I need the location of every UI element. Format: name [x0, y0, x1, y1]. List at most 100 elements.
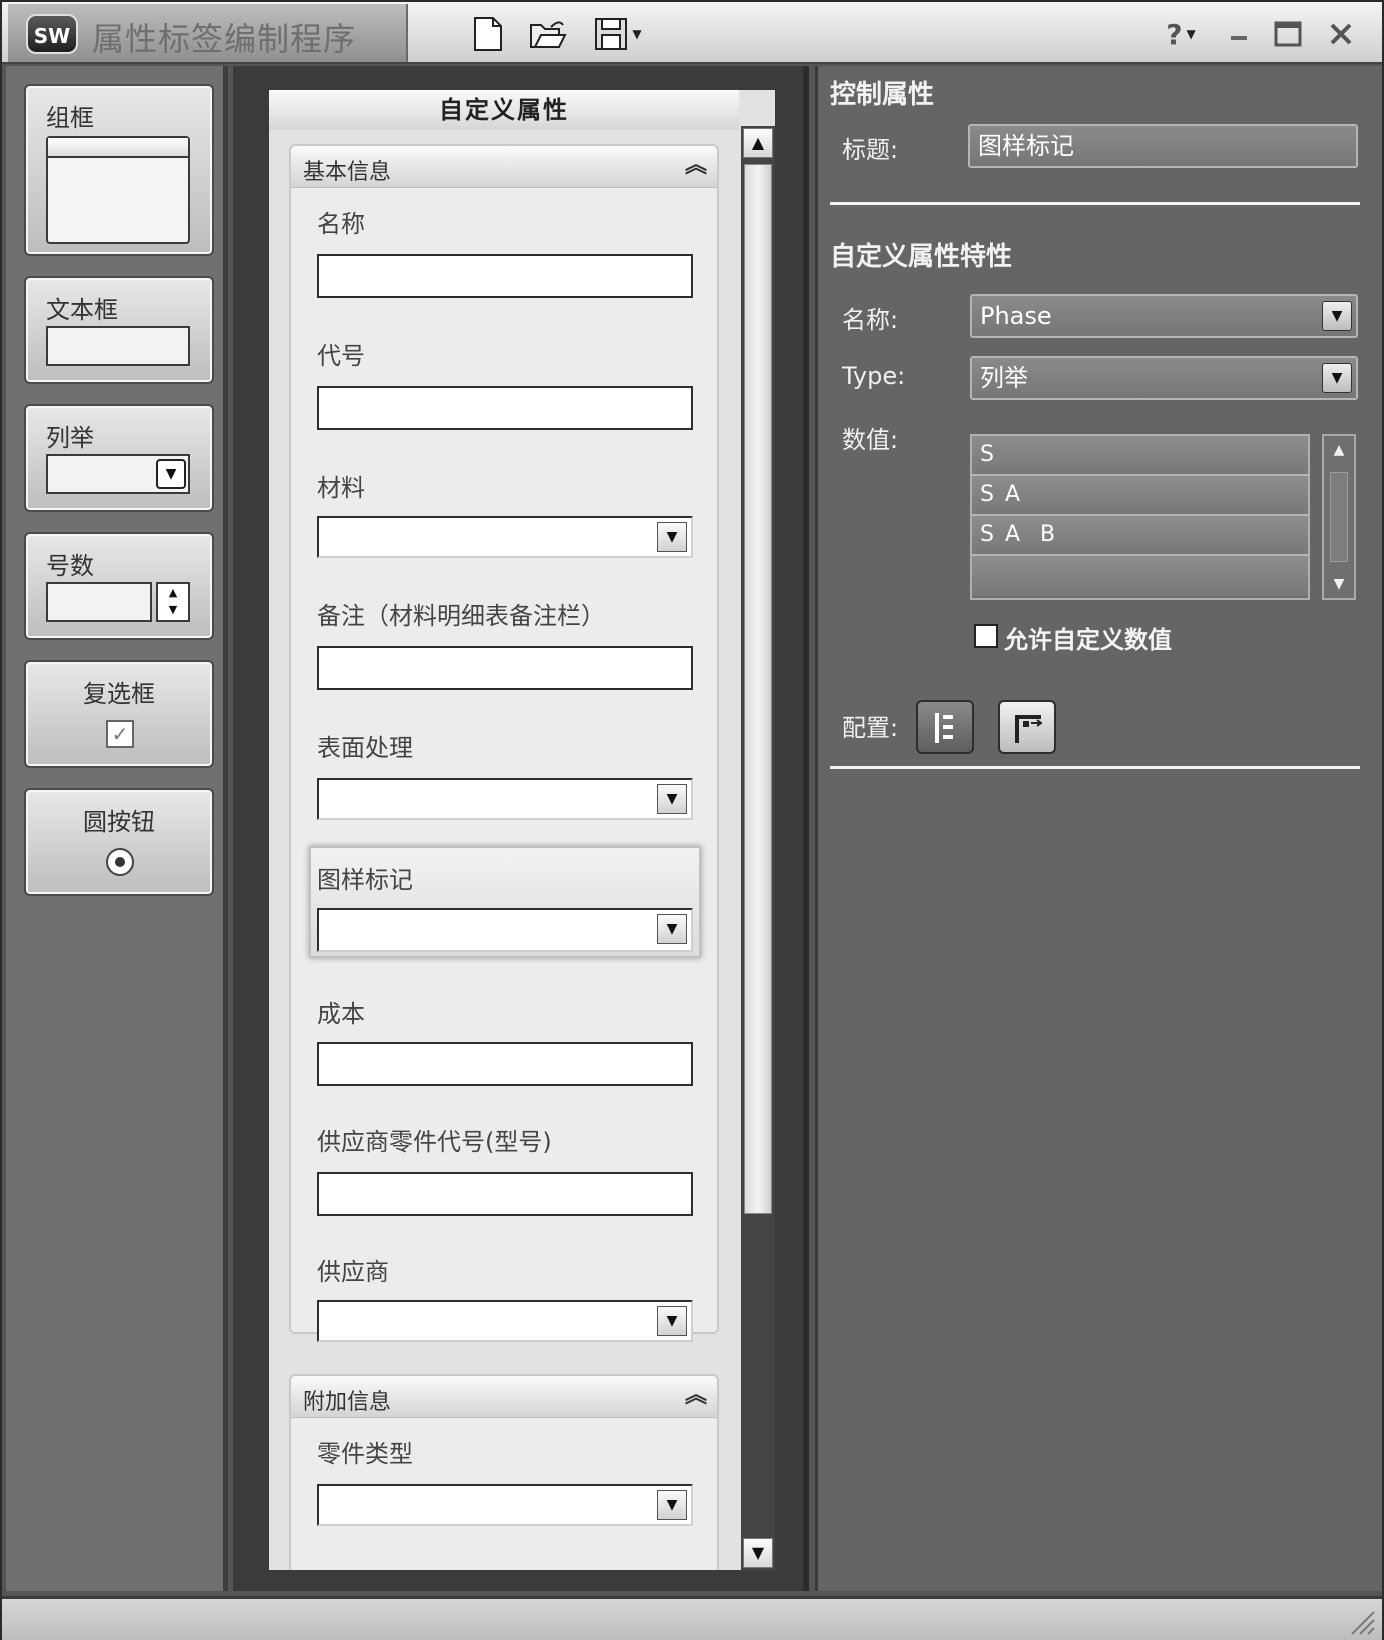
drawing-mark-select[interactable]: ▼ — [317, 908, 693, 952]
text-box-preview-icon — [46, 326, 190, 366]
caption-label: 标题: — [842, 136, 899, 164]
toolbox-group-box[interactable]: 组框 — [24, 84, 214, 256]
cost-input[interactable] — [317, 1042, 693, 1086]
field-label-remark: 备注（材料明细表备注栏） — [317, 602, 605, 630]
close-icon[interactable] — [1324, 14, 1358, 54]
field-label-cost: 成本 — [317, 1000, 365, 1028]
config-list-button[interactable] — [916, 700, 974, 754]
control-toolbox: 组框 文本框 列举 ▼ 号数 ▲ ▼ 复选框 ✓ 圆按钮 — [6, 66, 228, 1591]
field-label-material: 材料 — [317, 474, 365, 502]
property-name-value: Phase — [980, 302, 1052, 330]
config-select-button[interactable] — [998, 700, 1056, 754]
dropdown-preview-icon: ▼ — [46, 454, 190, 494]
divider — [830, 766, 1360, 769]
list-item[interactable]: S A B — [972, 516, 1308, 556]
group-additional-info[interactable]: 附加信息 ︽ 零件类型 ▼ — [289, 1374, 719, 1570]
code-input[interactable] — [317, 386, 693, 430]
toolbox-item-label: 文本框 — [46, 296, 118, 324]
values-label: 数值: — [842, 426, 899, 454]
chevron-down-icon[interactable]: ▼ — [657, 784, 687, 814]
list-item[interactable]: S — [972, 436, 1308, 476]
allow-custom-values-checkbox[interactable] — [974, 624, 998, 648]
surface-select[interactable]: ▼ — [317, 778, 693, 820]
list-item[interactable] — [972, 556, 1308, 596]
toolbox-item-label: 列举 — [46, 424, 94, 452]
maximize-icon[interactable] — [1270, 14, 1306, 54]
part-type-select[interactable]: ▼ — [317, 1484, 693, 1526]
title-bar: SW 属性标签编制程序 ▼ ? ▼ — [2, 2, 1382, 64]
values-scrollbar[interactable]: ▲ ▼ — [1322, 434, 1356, 600]
custom-properties-form: 自定义属性 基本信息 ︽ 名称 代号 材料 ▼ 备注（材料明细表备注栏） 表面处… — [269, 90, 775, 1570]
field-label-part-type: 零件类型 — [317, 1440, 413, 1468]
field-label-drawing-mark: 图样标记 — [317, 866, 413, 894]
divider — [830, 202, 1360, 205]
caption-input[interactable]: 图样标记 — [968, 124, 1358, 168]
chevron-down-icon[interactable]: ▼ — [1322, 363, 1352, 393]
toolbox-number[interactable]: 号数 ▲ ▼ — [24, 532, 214, 640]
spinner-arrows-icon: ▲ ▼ — [156, 582, 190, 622]
list-item[interactable]: S A — [972, 476, 1308, 516]
chevron-down-icon[interactable]: ▼ — [657, 1490, 687, 1520]
save-dropdown-arrow-icon[interactable]: ▼ — [632, 27, 641, 41]
toolbox-item-label: 组框 — [46, 104, 94, 132]
name-label: 名称: — [842, 306, 899, 334]
property-type-select[interactable]: 列举 ▼ — [970, 356, 1358, 400]
collapse-icon[interactable]: ︽ — [685, 1382, 707, 1410]
group-header[interactable]: 基本信息 ︽ — [291, 146, 717, 188]
form-designer-area: 自定义属性 基本信息 ︽ 名称 代号 材料 ▼ 备注（材料明细表备注栏） 表面处… — [233, 66, 809, 1591]
toolbox-item-label: 圆按钮 — [83, 808, 155, 836]
remark-input[interactable] — [317, 646, 693, 690]
control-properties-heading: 控制属性 — [830, 80, 935, 110]
chevron-down-icon[interactable]: ▼ — [657, 1306, 687, 1336]
radio-preview-icon — [106, 848, 134, 876]
scrollbar-thumb[interactable] — [744, 164, 772, 1214]
new-file-icon[interactable] — [468, 14, 508, 54]
group-box-preview-icon — [46, 136, 190, 244]
spinner-preview-icon — [46, 582, 152, 622]
save-icon[interactable]: ▼ — [586, 14, 650, 54]
title-tab: SW 属性标签编制程序 — [8, 4, 408, 62]
scroll-up-icon[interactable]: ▲ — [743, 128, 773, 158]
toolbox-enumeration[interactable]: 列举 ▼ — [24, 404, 214, 512]
resize-grip-icon[interactable] — [1346, 1606, 1376, 1636]
toolbox-item-label: 号数 — [46, 552, 94, 580]
property-name-select[interactable]: Phase ▼ — [970, 294, 1358, 338]
toolbox-checkbox[interactable]: 复选框 ✓ — [24, 660, 214, 768]
form-scrollbar[interactable]: ▲ ▼ — [741, 126, 775, 1570]
status-bar — [2, 1596, 1382, 1640]
field-label-name: 名称 — [317, 210, 365, 238]
material-select[interactable]: ▼ — [317, 516, 693, 558]
window-title: 属性标签编制程序 — [92, 20, 357, 58]
chevron-down-icon[interactable]: ▼ — [657, 914, 687, 944]
custom-property-heading: 自定义属性特性 — [830, 242, 1013, 272]
config-list-icon — [935, 713, 953, 743]
help-icon[interactable]: ? ▼ — [1158, 14, 1204, 54]
toolbox-text-box[interactable]: 文本框 — [24, 276, 214, 384]
vendor-part-input[interactable] — [317, 1172, 693, 1216]
property-type-value: 列举 — [980, 364, 1028, 392]
group-title: 附加信息 — [303, 1390, 392, 1415]
name-input[interactable] — [317, 254, 693, 298]
checkbox-preview-icon: ✓ — [106, 720, 134, 748]
group-basic-info[interactable]: 基本信息 ︽ 名称 代号 材料 ▼ 备注（材料明细表备注栏） 表面处理 ▼ 图样… — [289, 144, 719, 1342]
scroll-up-icon[interactable]: ▲ — [1324, 442, 1354, 458]
solidworks-logo-icon[interactable]: SW — [26, 14, 78, 54]
field-label-vendor: 供应商 — [317, 1258, 389, 1286]
scroll-down-icon[interactable]: ▼ — [1324, 576, 1354, 592]
vendor-select[interactable]: ▼ — [317, 1300, 693, 1342]
group-header[interactable]: 附加信息 ︽ — [291, 1376, 717, 1418]
collapse-icon[interactable]: ︽ — [685, 152, 707, 180]
open-folder-icon[interactable] — [526, 14, 570, 54]
chevron-down-icon[interactable]: ▼ — [657, 522, 687, 552]
scroll-down-icon[interactable]: ▼ — [743, 1538, 773, 1568]
values-list[interactable]: S S A S A B — [970, 434, 1310, 600]
properties-panel: 控制属性 标题: 图样标记 自定义属性特性 名称: Phase ▼ Type: … — [815, 66, 1382, 1591]
chevron-down-icon[interactable]: ▼ — [1322, 301, 1352, 331]
minimize-icon[interactable] — [1224, 14, 1254, 54]
scrollbar-thumb[interactable] — [1330, 472, 1348, 562]
field-label-surface: 表面处理 — [317, 734, 413, 762]
config-select-icon — [1015, 715, 1043, 743]
toolbox-radio-button[interactable]: 圆按钮 — [24, 788, 214, 896]
form-title: 自定义属性 — [269, 90, 739, 130]
type-label: Type: — [842, 362, 906, 390]
